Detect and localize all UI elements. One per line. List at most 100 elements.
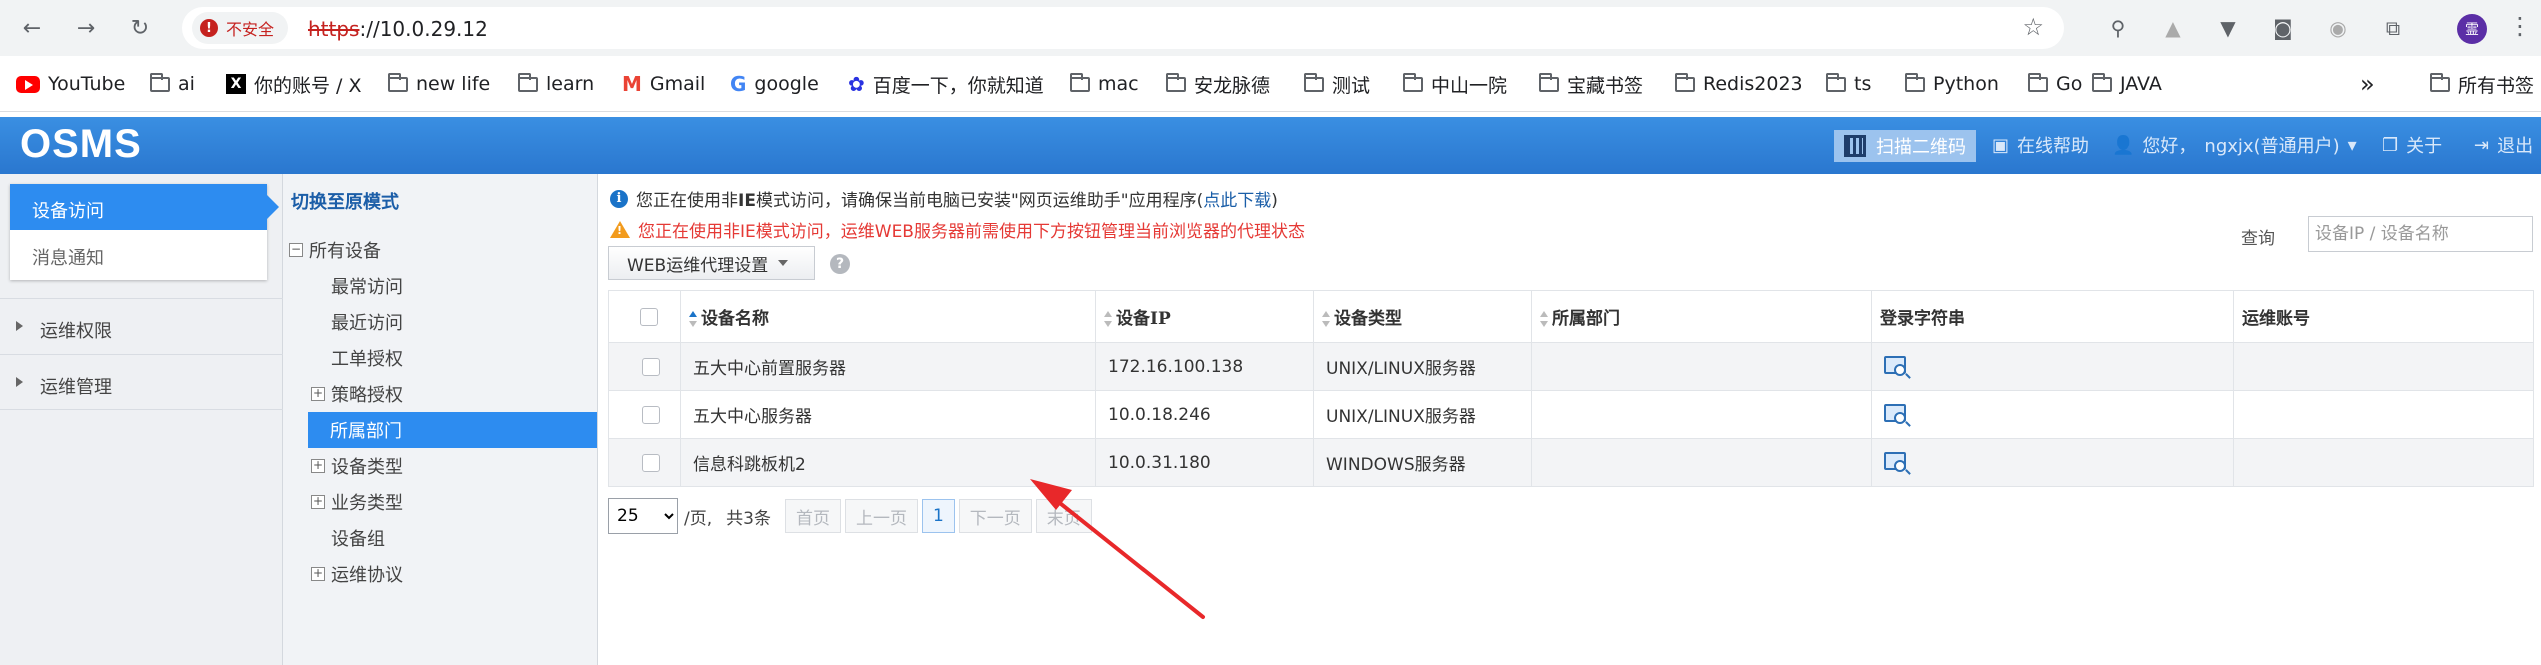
- page-size-select[interactable]: 25: [608, 498, 678, 534]
- proxy-warning: ! 您正在使用非IE模式访问，运维WEB服务器前需使用下方按钮管理当前浏览器的代…: [610, 217, 1305, 242]
- tree-item[interactable]: 设备组: [283, 520, 597, 556]
- bookmark-star-icon[interactable]: ☆: [2022, 13, 2044, 41]
- bookmark-anlong[interactable]: 安龙脉德: [1166, 70, 1270, 98]
- current-page-button[interactable]: 1: [921, 499, 955, 533]
- back-icon[interactable]: ←: [14, 10, 50, 46]
- tree-item[interactable]: 最近访问: [283, 304, 597, 340]
- bookmark-test[interactable]: 测试: [1304, 70, 1370, 98]
- col-device-type[interactable]: 设备类型: [1313, 290, 1532, 343]
- tree-item[interactable]: + 策略授权: [283, 376, 597, 412]
- web-proxy-label: WEB运维代理设置: [627, 255, 769, 276]
- expand-icon[interactable]: +: [311, 459, 325, 473]
- bookmark-label: 中山一院: [1431, 74, 1508, 97]
- switch-mode-link[interactable]: 切换至原模式: [291, 188, 399, 214]
- row-select-cell[interactable]: [608, 390, 681, 439]
- row-select-cell[interactable]: [608, 438, 681, 487]
- browser-menu-icon[interactable]: ⋮: [2508, 12, 2532, 40]
- tree-item[interactable]: + 业务类型: [283, 484, 597, 520]
- col-department[interactable]: 所属部门: [1531, 290, 1872, 343]
- tree-item[interactable]: + 运维协议: [283, 556, 597, 592]
- table-row[interactable]: 五大中心服务器 10.0.18.246 UNIX/LINUX服务器: [608, 390, 2534, 439]
- extension-triangle-icon[interactable]: ▲: [2157, 12, 2189, 44]
- bookmark-mac[interactable]: mac: [1070, 70, 1139, 98]
- bookmark-redis[interactable]: Redis2023: [1675, 70, 1803, 98]
- select-all-checkbox[interactable]: [639, 307, 658, 326]
- remote-login-icon[interactable]: [1884, 450, 1910, 476]
- security-chip[interactable]: ! 不安全: [192, 12, 289, 44]
- extension-v-icon[interactable]: ▼: [2212, 12, 2244, 44]
- logout-link[interactable]: ⇥ 退出: [2474, 131, 2533, 159]
- all-bookmarks[interactable]: 所有书签: [2430, 70, 2534, 98]
- select-all-cell[interactable]: [608, 290, 681, 343]
- row-checkbox[interactable]: [641, 357, 660, 376]
- bookmark-new-life[interactable]: new life: [388, 70, 490, 98]
- tree-label: 所有设备: [309, 241, 381, 262]
- row-checkbox[interactable]: [641, 453, 660, 472]
- remote-login-icon[interactable]: [1884, 402, 1910, 428]
- first-page-button[interactable]: 首页: [784, 499, 841, 533]
- expand-icon[interactable]: +: [311, 567, 325, 581]
- more-bookmarks-icon[interactable]: »: [2360, 70, 2375, 98]
- folder-icon: [1675, 72, 1695, 92]
- x-icon: X: [226, 74, 246, 94]
- collapse-icon[interactable]: −: [289, 243, 303, 257]
- bookmark-youtube[interactable]: YouTube: [16, 70, 125, 98]
- notice-text-part: 模式访问，请确保当前电脑已安装"网页运维助手"应用程序(: [755, 191, 1204, 211]
- online-help-link[interactable]: ▣ 在线帮助: [1992, 131, 2089, 159]
- bookmark-label: 安龙脉德: [1194, 74, 1271, 97]
- col-device-ip[interactable]: 设备IP: [1095, 290, 1314, 343]
- tree-root[interactable]: − 所有设备: [283, 232, 597, 268]
- nav-item-notifications[interactable]: 消息通知: [32, 244, 104, 270]
- bookmark-go[interactable]: Go: [2028, 70, 2082, 98]
- row-select-cell[interactable]: [608, 342, 681, 391]
- prev-page-button[interactable]: 上一页: [844, 499, 918, 533]
- table-row[interactable]: 信息科跳板机2 10.0.31.180 WINDOWS服务器: [608, 438, 2534, 487]
- user-menu[interactable]: 👤 您好， ngxjx(普通用户) ▾: [2112, 131, 2357, 159]
- table-row[interactable]: 五大中心前置服务器 172.16.100.138 UNIX/LINUX服务器: [608, 342, 2534, 391]
- question-icon[interactable]: ?: [830, 254, 850, 274]
- download-link[interactable]: 点此下载: [1203, 191, 1271, 211]
- row-checkbox[interactable]: [641, 405, 660, 424]
- scan-qr-button[interactable]: 扫描二维码: [1834, 130, 1976, 162]
- nav-item-device-access[interactable]: 设备访问: [10, 184, 279, 230]
- tree-item[interactable]: 最常访问: [283, 268, 597, 304]
- extension-bear-icon[interactable]: ◙: [2267, 12, 2299, 44]
- address-bar[interactable]: ! 不安全 https://10.0.29.12 ☆: [182, 7, 2064, 49]
- device-ip: 10.0.18.246: [1095, 390, 1314, 439]
- profile-avatar[interactable]: 霊: [2457, 14, 2487, 44]
- tree-item-selected[interactable]: 所属部门: [308, 412, 597, 448]
- bookmark-x[interactable]: X 你的账号 / X: [226, 70, 362, 98]
- bookmark-zhongshan[interactable]: 中山一院: [1403, 70, 1507, 98]
- extensions-puzzle-icon[interactable]: ⧉: [2377, 12, 2409, 44]
- search-input[interactable]: [2308, 216, 2533, 252]
- bookmark-baidu[interactable]: ✿ 百度一下，你就知道: [848, 70, 1044, 98]
- about-link[interactable]: ❐ 关于: [2382, 131, 2442, 159]
- col-device-name[interactable]: 设备名称: [680, 290, 1096, 343]
- tree-item[interactable]: + 设备类型: [283, 448, 597, 484]
- bookmark-learn[interactable]: learn: [518, 70, 594, 98]
- expand-icon[interactable]: +: [311, 495, 325, 509]
- nav-section-ops-management[interactable]: 运维管理: [0, 354, 283, 410]
- last-page-button[interactable]: 末页: [1035, 499, 1092, 533]
- remote-login-icon[interactable]: [1884, 354, 1910, 380]
- bookmark-java[interactable]: JAVA: [2092, 70, 2162, 98]
- extension-pin-icon[interactable]: ⚲: [2102, 12, 2134, 44]
- reload-icon[interactable]: ↻: [122, 10, 158, 46]
- sort-icon: [1540, 309, 1548, 329]
- bookmark-python[interactable]: Python: [1905, 70, 1999, 98]
- bookmark-treasure[interactable]: 宝藏书签: [1539, 70, 1643, 98]
- web-proxy-settings-button[interactable]: WEB运维代理设置: [608, 246, 815, 280]
- forward-icon[interactable]: →: [68, 10, 104, 46]
- nav-section-ops-permission[interactable]: 运维权限: [0, 298, 283, 354]
- bookmark-label: Python: [1933, 73, 1999, 95]
- bookmark-ai[interactable]: ai: [150, 70, 195, 98]
- folder-icon: [2430, 72, 2450, 92]
- bookmark-gmail[interactable]: M Gmail: [622, 70, 705, 98]
- tree-item[interactable]: 工单授权: [283, 340, 597, 376]
- bookmark-google[interactable]: Ggoogle: [730, 70, 819, 98]
- expand-icon[interactable]: +: [311, 387, 325, 401]
- bookmark-ts[interactable]: ts: [1826, 70, 1871, 98]
- url-text[interactable]: https://10.0.29.12: [308, 17, 488, 41]
- extension-circle-icon[interactable]: ◉: [2322, 12, 2354, 44]
- next-page-button[interactable]: 下一页: [958, 499, 1032, 533]
